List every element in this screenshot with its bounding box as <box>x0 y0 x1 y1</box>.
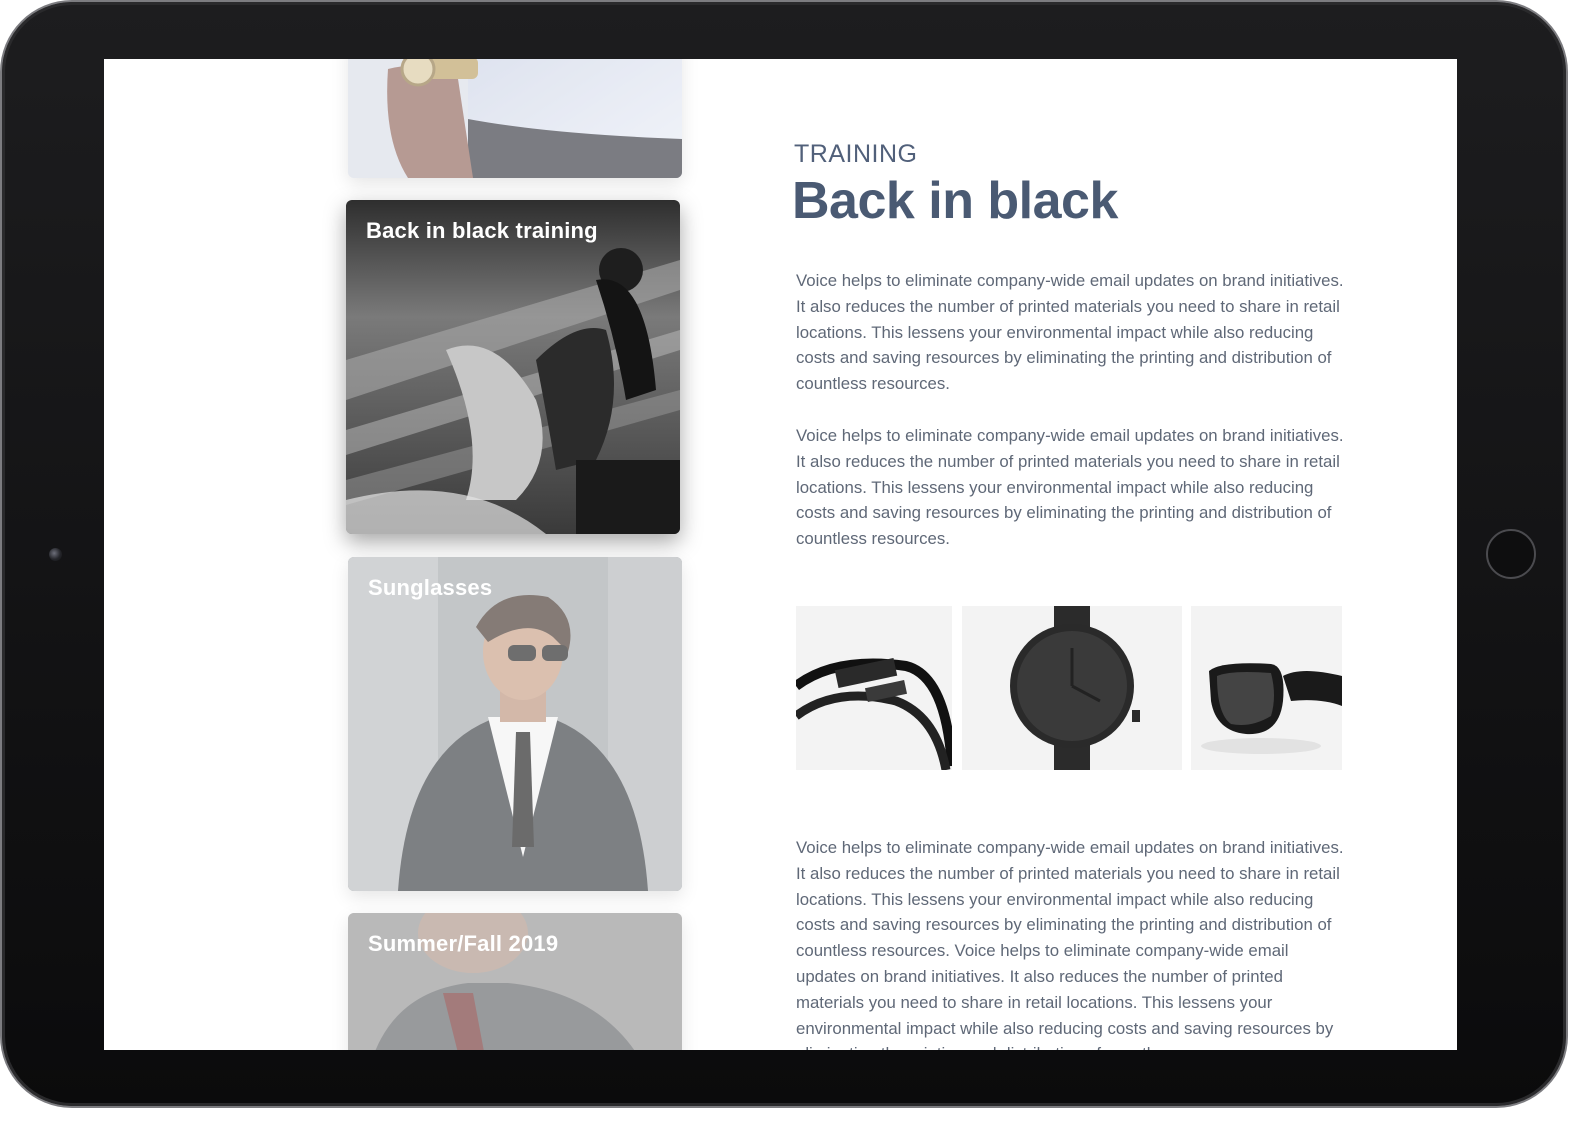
article-title: Back in black <box>792 172 1118 230</box>
article-paragraph: Voice helps to eliminate company-wide em… <box>796 838 1344 1050</box>
card-image <box>348 557 682 891</box>
card-label: Sunglasses <box>368 575 493 600</box>
article-paragraph: Voice helps to eliminate company-wide em… <box>796 426 1344 549</box>
collection-card-sunglasses[interactable]: Sunglasses <box>348 557 682 891</box>
article-category: TRAINING <box>794 140 918 168</box>
card-label: Back in black training <box>366 218 598 243</box>
collection-card-summer-fall-2019[interactable]: Summer/Fall 2019 <box>348 913 682 1050</box>
tablet-device: Back in black training Sunglasses Summer… <box>0 0 1584 1122</box>
home-button[interactable] <box>1486 529 1536 579</box>
card-label: Summer/Fall 2019 <box>368 931 559 956</box>
collection-card-back-in-black[interactable]: Back in black training <box>346 200 680 534</box>
article-paragraph: Voice helps to eliminate company-wide em… <box>796 271 1344 394</box>
collection-card-watch[interactable] <box>348 59 682 178</box>
card-image <box>346 200 680 534</box>
product-image-watch[interactable] <box>962 606 1182 770</box>
product-image-bracelet[interactable] <box>796 606 952 770</box>
product-image-sunglasses[interactable] <box>1191 606 1342 770</box>
card-image <box>348 59 682 178</box>
screen: Back in black training Sunglasses Summer… <box>104 59 1457 1050</box>
camera-icon <box>49 548 62 561</box>
